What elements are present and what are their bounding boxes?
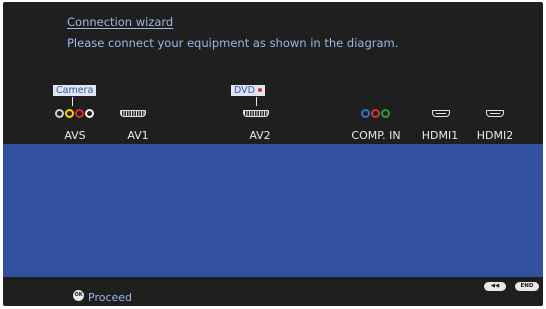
audio-right-jack-icon <box>75 109 84 118</box>
component-y-jack-icon <box>361 109 370 118</box>
video-jack-icon <box>65 109 74 118</box>
hdmi2-port-icon <box>486 110 504 117</box>
audio-left-jack-icon <box>85 109 94 118</box>
component-pr-jack-icon <box>371 109 380 118</box>
port-label-comp-in: COMP. IN <box>351 129 401 142</box>
camera-connection-line <box>72 97 73 106</box>
port-label-hdmi2: HDMI2 <box>476 129 514 142</box>
proceed-label[interactable]: Proceed <box>88 291 132 304</box>
dvd-indicator-dot <box>257 87 262 92</box>
screen: Connection wizard Please connect your eq… <box>0 0 546 309</box>
dvd-connection-line <box>256 97 257 106</box>
end-icon[interactable]: END <box>515 282 539 291</box>
av1-scart-icon <box>120 110 146 117</box>
connection-diagram-panel <box>3 144 543 277</box>
dvd-device-label: DVD <box>231 85 265 96</box>
port-label-av1: AV1 <box>127 129 149 142</box>
svideo-jack-icon <box>55 109 64 118</box>
dvd-device-label-text: DVD <box>234 85 255 96</box>
page-instruction: Please connect your equipment as shown i… <box>67 36 399 50</box>
camera-device-label: Camera <box>53 85 97 96</box>
av2-scart-icon <box>243 110 269 117</box>
page-title: Connection wizard <box>67 15 174 29</box>
port-label-avs: AVS <box>64 129 86 142</box>
hdmi1-port-icon <box>432 110 450 117</box>
ok-button-icon[interactable]: OK <box>73 290 84 301</box>
component-pb-jack-icon <box>381 109 390 118</box>
tv-screen: Connection wizard Please connect your eq… <box>3 2 543 306</box>
port-label-av2: AV2 <box>249 129 271 142</box>
port-label-hdmi1: HDMI1 <box>421 129 459 142</box>
rewind-icon[interactable]: ◀◀ <box>484 282 506 291</box>
